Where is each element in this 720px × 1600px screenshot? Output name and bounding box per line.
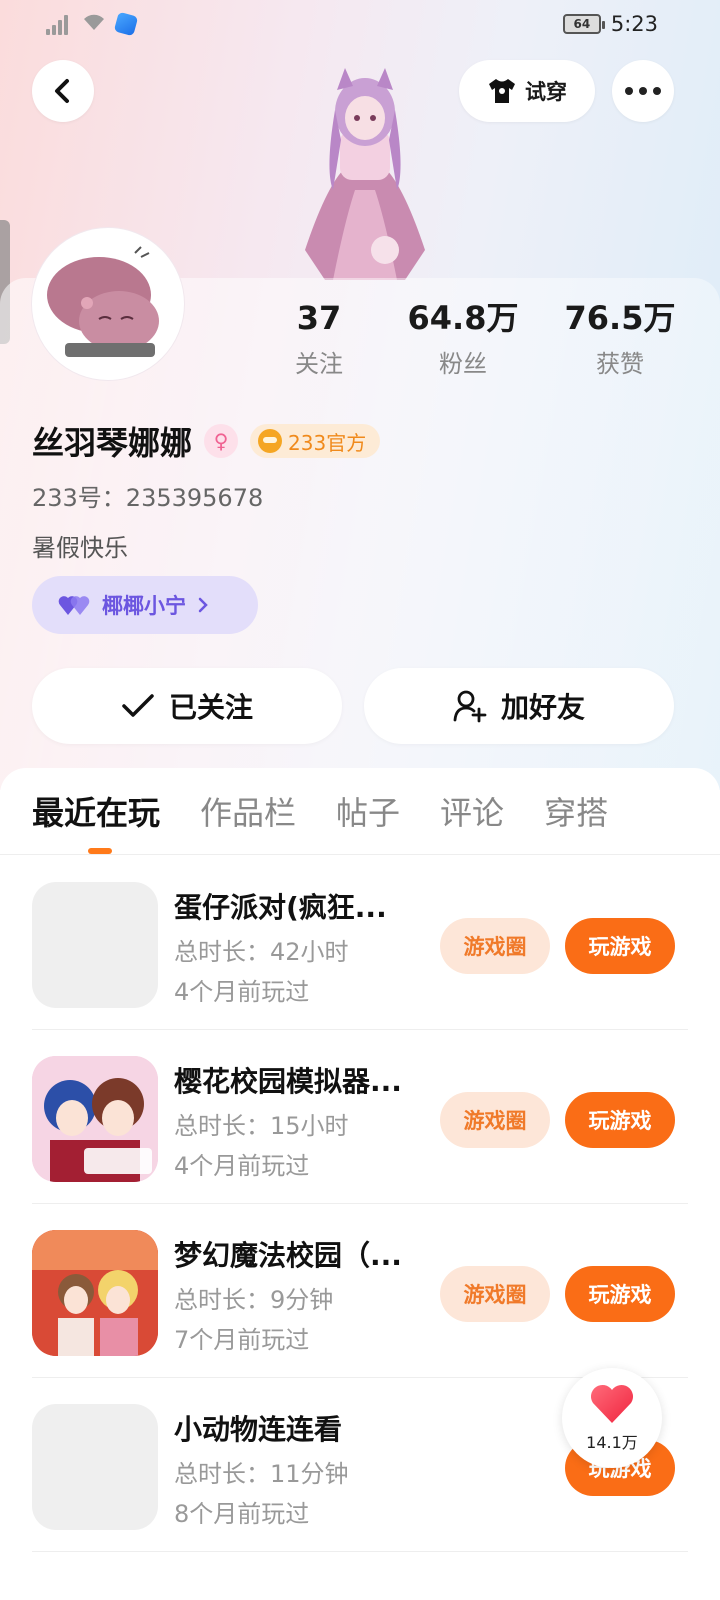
add-friend-label: 加好友 [500,691,585,724]
game-duration: 总时长：11分钟 [174,1460,349,1488]
game-title: 梦幻魔法校园（... [174,1239,402,1272]
more-options-button[interactable] [612,60,674,122]
followers-label: 粉丝 [439,350,487,378]
user-bio: 暑假快乐 [32,534,128,562]
game-icon [32,1230,158,1356]
play-game-button[interactable]: 玩游戏 [565,1266,675,1322]
add-friend-button[interactable]: 加好友 [364,668,674,744]
chevron-right-icon [198,597,208,613]
heart-icon [590,1384,634,1423]
game-icon-placeholder [32,882,158,1008]
game-title: 蛋仔派对(疯狂... [174,891,387,924]
tab-comments[interactable]: 评论 [440,788,504,836]
game-last-played: 4个月前玩过 [174,978,310,1006]
battery-icon: 64 [562,14,605,34]
following-stat[interactable]: 37 关注 [254,298,384,379]
double-heart-icon [58,596,90,615]
clock: 5:23 [610,12,658,36]
name-row: 丝羽琴娜娜 ♀ 233官方 [32,418,381,464]
game-last-played: 8个月前玩过 [174,1500,310,1528]
avatar[interactable] [32,228,184,380]
partner-chip[interactable]: 椰椰小宁 [32,576,258,634]
game-title: 樱花校园模拟器... [174,1065,402,1098]
status-right: 64 5:23 [562,12,658,36]
app-notification-icon [113,11,139,37]
tab-recently-played[interactable]: 最近在玩 [32,788,160,836]
chevron-left-icon [55,79,69,103]
user-id[interactable]: 233号：235395678 [32,478,263,513]
profile-tabs: 最近在玩 作品栏 帖子 评论 穿搭 [32,788,608,836]
wifi-icon [82,12,106,36]
following-count: 37 [296,299,342,337]
likes-label: 获赞 [596,350,644,378]
tab-divider [0,854,720,855]
like-button[interactable]: 14.1万 [562,1368,662,1468]
partner-label: 椰椰小宁 [102,594,186,618]
following-label: 关注 [295,350,343,378]
row-divider [32,1551,688,1552]
game-duration: 总时长：15小时 [174,1112,349,1140]
tab-works[interactable]: 作品栏 [200,788,296,836]
user-name: 丝羽琴娜娜 [32,424,193,462]
followers-stat[interactable]: 64.8万 粉丝 [398,298,528,379]
official-badge-label: 233官方 [288,430,367,455]
game-title: 小动物连连看 [174,1413,343,1446]
signal-icon [46,13,72,35]
game-circle-button[interactable]: 游戏圈 [440,1092,550,1148]
tab-posts[interactable]: 帖子 [336,788,400,836]
status-left [46,11,139,37]
game-row[interactable]: 樱花校园模拟器... 总时长：15小时 4个月前玩过 游戏圈 玩游戏 [0,1030,720,1204]
game-duration: 总时长：42小时 [174,938,349,966]
character-3d-model [285,50,445,280]
like-count: 14.1万 [586,1433,638,1452]
followed-button[interactable]: 已关注 [32,668,342,744]
play-game-button[interactable]: 玩游戏 [565,918,675,974]
status-bar: 64 5:23 [0,0,720,50]
game-last-played: 4个月前玩过 [174,1152,310,1180]
back-button[interactable] [32,60,94,122]
game-circle-button[interactable]: 游戏圈 [440,1266,550,1322]
followed-label: 已关注 [168,691,253,724]
official-badge[interactable]: 233官方 [250,424,381,458]
game-circle-button[interactable]: 游戏圈 [440,918,550,974]
game-last-played: 7个月前玩过 [174,1326,310,1354]
check-icon [122,694,154,717]
official-badge-icon [258,429,283,453]
try-on-label: 试穿 [525,80,567,104]
try-on-button[interactable]: 试穿 [459,60,595,122]
tab-outfits[interactable]: 穿搭 [544,788,608,836]
add-user-icon [453,690,487,723]
game-row[interactable]: 蛋仔派对(疯狂... 总时长：42小时 4个月前玩过 游戏圈 玩游戏 [0,856,720,1030]
game-row[interactable]: 梦幻魔法校园（... 总时长：9分钟 7个月前玩过 游戏圈 玩游戏 [0,1204,720,1378]
more-icon [625,87,661,95]
followers-count: 64.8万 [407,299,519,337]
tshirt-icon [489,79,515,103]
likes-stat[interactable]: 76.5万 获赞 [555,298,685,379]
likes-count: 76.5万 [564,299,676,337]
female-icon: ♀ [204,424,239,458]
play-game-button[interactable]: 玩游戏 [565,1092,675,1148]
game-icon-placeholder [32,1404,158,1530]
game-duration: 总时长：9分钟 [174,1286,334,1314]
content-panel: 最近在玩 作品栏 帖子 评论 穿搭 蛋仔派对(疯狂... 总时长：42小时 4个… [0,768,720,1600]
game-icon [32,1056,158,1182]
